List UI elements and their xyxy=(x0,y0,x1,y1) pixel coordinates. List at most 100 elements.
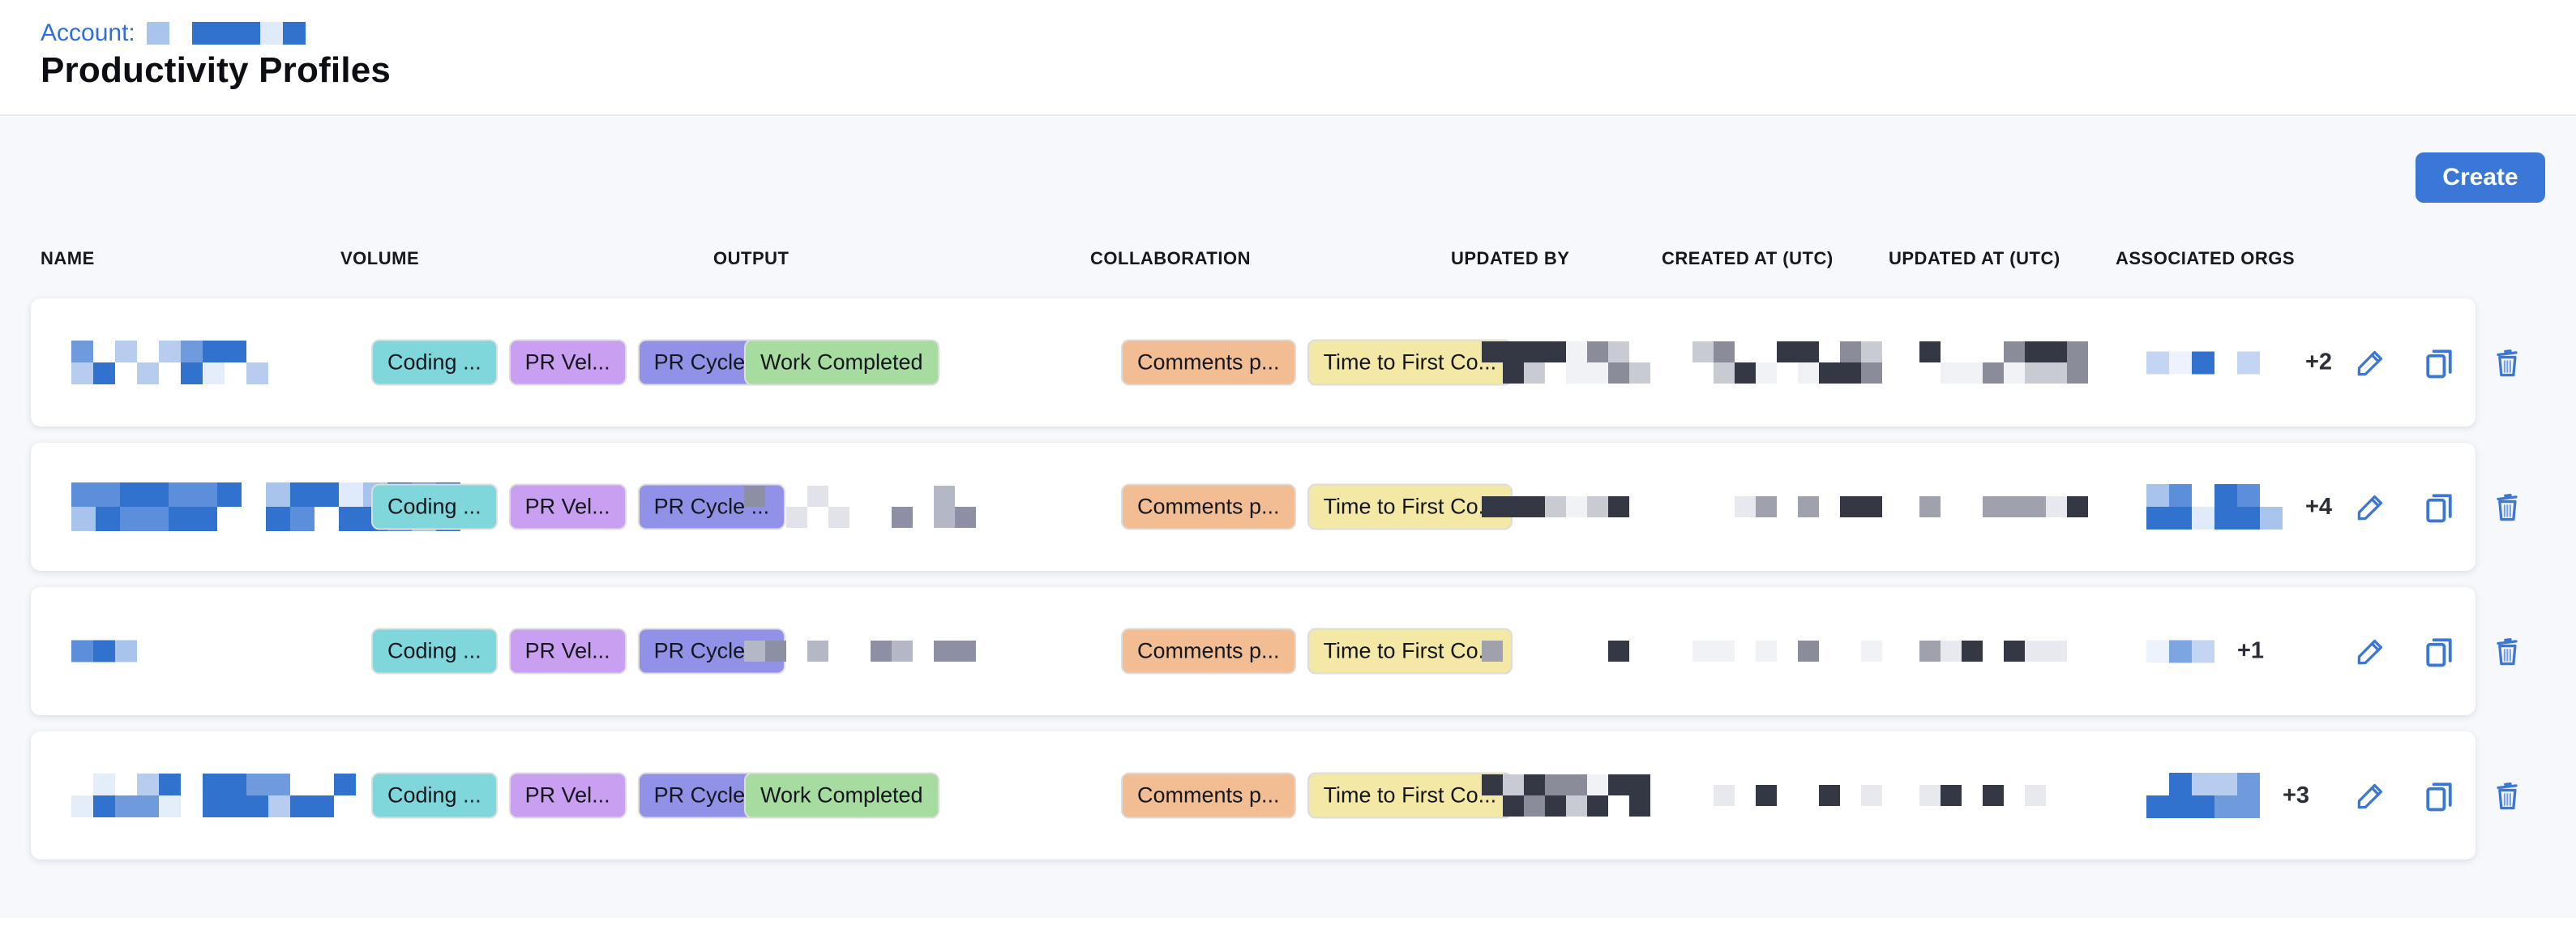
create-button[interactable]: Create xyxy=(2416,152,2545,203)
profile-name-redacted xyxy=(71,641,137,662)
tag-pr-velocity: PR Vel... xyxy=(509,340,627,386)
account-name-redacted[interactable] xyxy=(147,22,306,45)
redacted-pixels xyxy=(1919,341,2088,384)
column-header-created-at: CREATED AT (UTC) xyxy=(1662,248,1834,269)
duplicate-button[interactable] xyxy=(2419,341,2459,384)
breadcrumb: Account: xyxy=(41,19,306,47)
tag-coding: Coding ... xyxy=(371,773,498,819)
column-header-output: OUTPUT xyxy=(713,248,789,269)
volume-tags: Coding ... PR Vel... PR Cycle ... xyxy=(371,340,785,386)
orgs-more-count: +1 xyxy=(2237,638,2264,665)
tag-pr-velocity: PR Vel... xyxy=(509,628,627,675)
delete-button[interactable] xyxy=(2487,629,2527,673)
row-actions xyxy=(2351,341,2527,384)
redacted-pixels xyxy=(71,774,378,817)
tag-pr-velocity: PR Vel... xyxy=(509,773,627,819)
redacted-pixels xyxy=(71,341,268,384)
redacted-pixels xyxy=(2146,773,2260,818)
output-tags: Work Completed xyxy=(744,340,939,386)
delete-button[interactable] xyxy=(2487,341,2527,384)
duplicate-button[interactable] xyxy=(2419,485,2459,529)
edit-button[interactable] xyxy=(2351,485,2391,529)
redacted-pixels xyxy=(2146,640,2214,662)
associated-orgs: +3 xyxy=(2146,773,2309,818)
volume-tags: Coding ... PR Vel... PR Cycle ... xyxy=(371,628,785,675)
delete-button[interactable] xyxy=(2487,774,2527,817)
redacted-pixels xyxy=(744,641,976,662)
column-header-volume: VOLUME xyxy=(340,248,419,269)
output-redacted xyxy=(744,641,976,662)
tag-comments: Comments p... xyxy=(1121,773,1296,819)
redacted-pixels xyxy=(2146,351,2283,374)
trash-icon xyxy=(2489,345,2525,380)
tag-coding: Coding ... xyxy=(371,628,498,675)
pencil-icon xyxy=(2353,489,2389,525)
orgs-more-count: +3 xyxy=(2283,782,2309,809)
column-header-updated-at: UPDATED AT (UTC) xyxy=(1889,248,2060,269)
trash-icon xyxy=(2489,489,2525,525)
duplicate-button[interactable] xyxy=(2419,629,2459,673)
table-row: Coding ... PR Vel... PR Cycle ... Work C… xyxy=(31,731,2475,860)
updated-at-redacted xyxy=(1919,341,2088,384)
redacted-pixels xyxy=(1482,774,1650,817)
edit-button[interactable] xyxy=(2351,629,2391,673)
copy-icon xyxy=(2421,345,2457,380)
collaboration-tags: Comments p... Time to First Co... xyxy=(1121,340,1513,386)
orgs-more-count: +4 xyxy=(2305,494,2332,521)
profile-name-redacted xyxy=(71,341,268,384)
redacted-pixels xyxy=(1482,341,1650,384)
redacted-pixels xyxy=(1482,496,1650,517)
redacted-pixels xyxy=(1919,641,2088,662)
row-actions xyxy=(2351,485,2527,529)
collaboration-tags: Comments p... Time to First Co... xyxy=(1121,628,1513,675)
redacted-pixels xyxy=(1692,785,1882,806)
tag-comments: Comments p... xyxy=(1121,340,1296,386)
page-title: Productivity Profiles xyxy=(41,50,391,91)
redacted-pixels xyxy=(1919,785,2046,806)
created-at-redacted xyxy=(1692,641,1882,662)
column-header-name: NAME xyxy=(41,248,95,269)
column-header-updated-by: UPDATED BY xyxy=(1451,248,1569,269)
created-at-redacted xyxy=(1692,341,1882,384)
redacted-pixels xyxy=(1919,496,2088,517)
redacted-pixels xyxy=(1692,641,1882,662)
copy-icon xyxy=(2421,489,2457,525)
edit-button[interactable] xyxy=(2351,774,2391,817)
edit-button[interactable] xyxy=(2351,341,2391,384)
output-tags: Work Completed xyxy=(744,773,939,819)
redacted-pixels xyxy=(1692,341,1882,384)
profile-name-redacted xyxy=(71,774,378,817)
tag-coding: Coding ... xyxy=(371,340,498,386)
collaboration-tags: Comments p... Time to First Co... xyxy=(1121,484,1513,530)
column-header-associated-orgs: ASSOCIATED ORGS xyxy=(2116,248,2295,269)
updated-by-redacted xyxy=(1482,496,1650,517)
trash-icon xyxy=(2489,778,2525,813)
redacted-pixels xyxy=(1692,496,1882,517)
copy-icon xyxy=(2421,778,2457,813)
associated-orgs: +4 xyxy=(2146,484,2332,529)
associated-orgs: +2 xyxy=(2146,349,2332,376)
collaboration-tags: Comments p... Time to First Co... xyxy=(1121,773,1513,819)
redacted-pixels xyxy=(1482,641,1650,662)
row-actions xyxy=(2351,629,2527,673)
table-row: Coding ... PR Vel... PR Cycle ... Work C… xyxy=(31,298,2475,427)
table-row: Coding ... PR Vel... PR Cycle ... Commen… xyxy=(31,443,2475,571)
delete-button[interactable] xyxy=(2487,485,2527,529)
output-redacted xyxy=(744,486,976,528)
created-at-redacted xyxy=(1692,496,1882,517)
page-header: Account: Productivity Profiles xyxy=(0,0,2576,116)
pencil-icon xyxy=(2353,778,2389,813)
redacted-pixels xyxy=(2146,484,2283,529)
tag-comments: Comments p... xyxy=(1121,628,1296,675)
tag-work-completed: Work Completed xyxy=(744,340,939,386)
pencil-icon xyxy=(2353,633,2389,669)
copy-icon xyxy=(2421,633,2457,669)
volume-tags: Coding ... PR Vel... PR Cycle ... xyxy=(371,484,785,530)
redacted-pixels xyxy=(71,641,137,662)
updated-by-redacted xyxy=(1482,641,1650,662)
updated-by-redacted xyxy=(1482,774,1650,817)
created-at-redacted xyxy=(1692,785,1882,806)
account-label: Account: xyxy=(41,19,135,47)
duplicate-button[interactable] xyxy=(2419,774,2459,817)
orgs-more-count: +2 xyxy=(2305,349,2332,376)
